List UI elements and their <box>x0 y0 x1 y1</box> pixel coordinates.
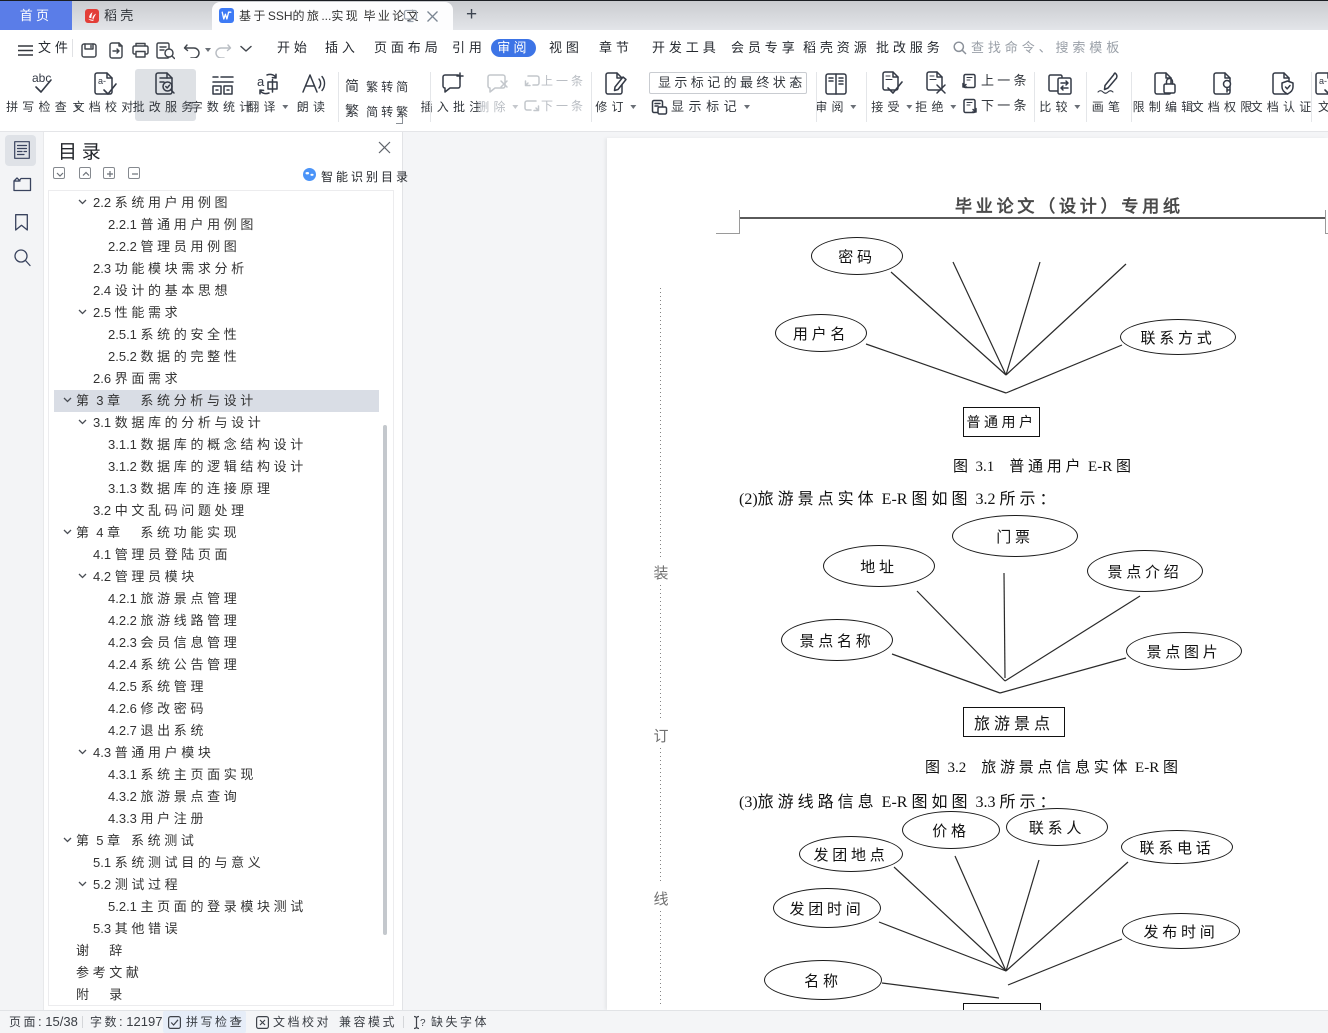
svg-text:a: a <box>257 74 265 89</box>
svg-text:a-: a- <box>98 76 106 86</box>
svg-text:a-: a- <box>1319 76 1327 86</box>
svg-text:?: ? <box>420 1018 426 1029</box>
